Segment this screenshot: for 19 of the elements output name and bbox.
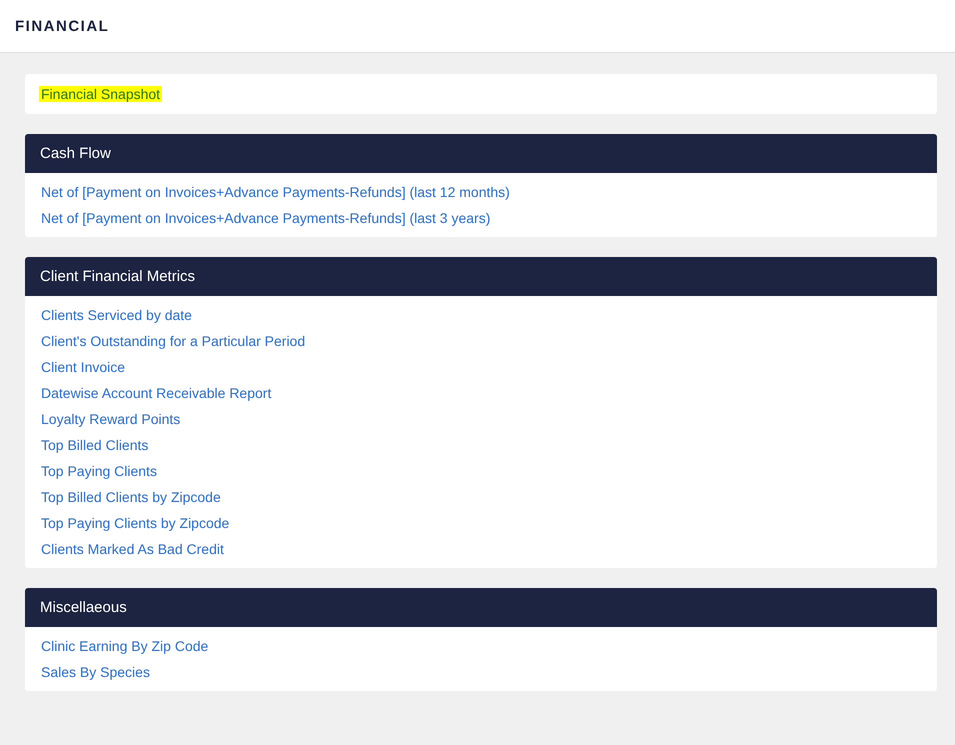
report-link[interactable]: Datewise Account Receivable Report xyxy=(41,385,272,401)
report-link[interactable]: Top Billed Clients by Zipcode xyxy=(41,489,221,505)
report-link[interactable]: Net of [Payment on Invoices+Advance Payments-Refunds] (last 12 months) xyxy=(41,184,510,200)
report-link[interactable]: Top Billed Clients xyxy=(41,437,148,453)
report-link[interactable]: Sales By Species xyxy=(41,664,150,680)
report-link[interactable]: Top Paying Clients by Zipcode xyxy=(41,515,230,531)
section-title: Client Financial Metrics xyxy=(40,268,196,285)
report-link[interactable]: Clients Marked As Bad Credit xyxy=(41,541,224,557)
section-title: Miscellaeous xyxy=(40,599,127,616)
report-link[interactable]: Net of [Payment on Invoices+Advance Payments-Refunds] (last 3 years) xyxy=(41,210,490,226)
page-title: FINANCIAL xyxy=(15,18,110,34)
report-link[interactable]: Clients Serviced by date xyxy=(41,307,192,323)
report-link[interactable]: Client's Outstanding for a Particular Period xyxy=(41,333,306,349)
report-link[interactable]: Clinic Earning By Zip Code xyxy=(41,638,208,654)
section-title: Cash Flow xyxy=(40,145,111,162)
report-link[interactable]: Loyalty Reward Points xyxy=(41,411,180,427)
report-link[interactable]: Top Paying Clients xyxy=(41,463,157,479)
report-link[interactable]: Client Invoice xyxy=(41,359,126,375)
snapshot-link[interactable]: Financial Snapshot xyxy=(39,86,162,102)
